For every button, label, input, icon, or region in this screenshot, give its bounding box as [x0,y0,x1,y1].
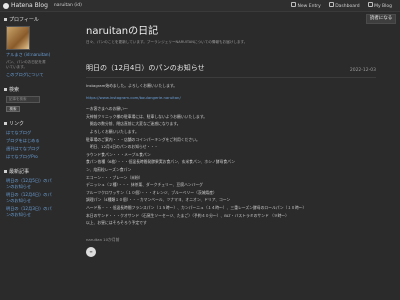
sidebar-link[interactable]: ブログをはじめる [6,138,52,144]
recent-post-link[interactable]: 明日の（12月3日）のパンのお知らせ [6,206,52,218]
body-line: フルーツクロワッサン（１０個）・・・オレンジ、ブルーベリー（茨城県産） [86,189,217,195]
body-line: 明日、12月4日のパンのお知らせ・・・ [86,144,158,150]
body-line: 以上、お昼にはそろそろう予定です [86,220,147,226]
blog-title[interactable]: naruitanの日記 [86,22,376,37]
heading-bullet-icon [4,88,7,91]
blog-icon [367,2,373,7]
blog-subtitle: 日々、パンのことを更新しています。ブーランジェリーNARUITANについての情報… [86,40,248,44]
instagram-link[interactable]: https://www.instagram.com/boulangerie.na… [86,95,181,100]
my-blog-link[interactable]: My Blog [367,2,392,9]
links-heading: リンク [4,120,52,127]
search-heading: 検索 [4,86,52,93]
dashboard-icon [328,2,334,7]
heading-bullet-icon [4,122,7,125]
body-line: Instagram始めました。よろしくお願いいたします。 [86,83,178,88]
share-icon: ≡ [89,249,93,255]
share-button[interactable]: ≡ [86,246,96,257]
avatar[interactable] [6,26,30,50]
pencil-icon [291,2,297,7]
search-button[interactable]: 検索 [6,106,20,112]
sidebar-link[interactable]: 週刊はてなブログ [6,146,52,152]
dashboard-link[interactable]: Dashboard [328,2,360,9]
logo-text: Hatena Blog [11,2,48,9]
sidebar-link[interactable]: はてなブログ [6,130,52,136]
body-line: ハード系・・・低温長時間フランスパン（１５時～）、カンパーニュ（１４時～）、三重… [86,204,307,210]
sidebar-link[interactable]: はてなブログPro [6,154,52,160]
post-title[interactable]: 明日の（12月4日）のパンのお知らせ [86,63,205,73]
hatena-blog-logo[interactable]: Hatena Blog [3,2,48,9]
profile-heading: プロフィール [4,16,52,23]
recent-post-link[interactable]: 明日の（12月5日）のパンのお知らせ [6,178,52,190]
new-entry-link[interactable]: New Entry [291,2,321,9]
top-bar: Hatena Blog naruitan (id) New Entry Dash… [0,0,400,12]
body-line: 天神前クリニック様の駐車場には、駐車しないようお願いいたします。 [86,113,208,119]
sidebar: プロフィール ナルまさ (id:naruitan) パン、パンのお日記を書いてい… [0,12,52,300]
search-input[interactable]: 記事を検索 [6,96,40,103]
post-header: 明日の（12月4日）のパンのお知らせ 2022-12-03 [86,63,376,78]
body-line: ン、焙煎粒レーズン食パン [86,166,132,172]
body-line: ラウンド食パン・・・メープル食パン [86,151,151,157]
recent-heading: 最新記事 [4,168,52,175]
body-line: デニッシュ（２種）・・・ 抹茶栗、ダークチェリー、豆腐ハンバーグ [86,182,203,188]
body-line: 駐車場のご案内・・・店舗のコインパーキングをご利用ください。 [86,136,200,142]
heading-bullet-icon [4,18,7,21]
body-line: 食パン各種（6枚）・・・低温長時間発酵果実お食パン、玄米食パン、ホシノ酵母食パン [86,159,235,165]
body-line: 調理パン（4種類１０個）・・・カマンベール、ツナマヨ、オニオン、ドリア、コーン [86,197,231,203]
post-author[interactable]: naruitan 10か月前 [86,237,376,243]
body-line: エコーン・・・プレーン（米粉） [86,174,143,180]
body-line: ～お客さまへのお願い～ [86,106,128,112]
about-blog-link[interactable]: このブログについて [6,72,52,78]
user-menu[interactable]: naruitan (id) [54,3,82,8]
profile-name-link[interactable]: ナルまさ (id:naruitan) [6,52,52,58]
hatena-logo-icon [3,2,9,9]
body-line: 開店の数分前、閉店直前に大変なご迷惑になります。 [86,121,181,127]
profile-description: パン、パンのお日記を書いています。 [6,60,46,69]
body-line: 本日のサンド・・・クオサンド（石窯生ソーセージ、たまご）（予約４０分～）、BLT… [86,212,289,218]
post-date[interactable]: 2022-12-03 [350,68,376,73]
heading-bullet-icon [4,170,7,173]
post-body: Instagram始めました。よろしくお願いいたします。 https://www… [86,82,376,227]
recent-post-link[interactable]: 明日の（12月4日）のパンのお知らせ [6,192,52,204]
body-line: よろしくお願いいたします。 [86,128,139,134]
main-content: naruitanの日記 日々、パンのことを更新しています。ブーランジェリーNAR… [86,12,376,300]
